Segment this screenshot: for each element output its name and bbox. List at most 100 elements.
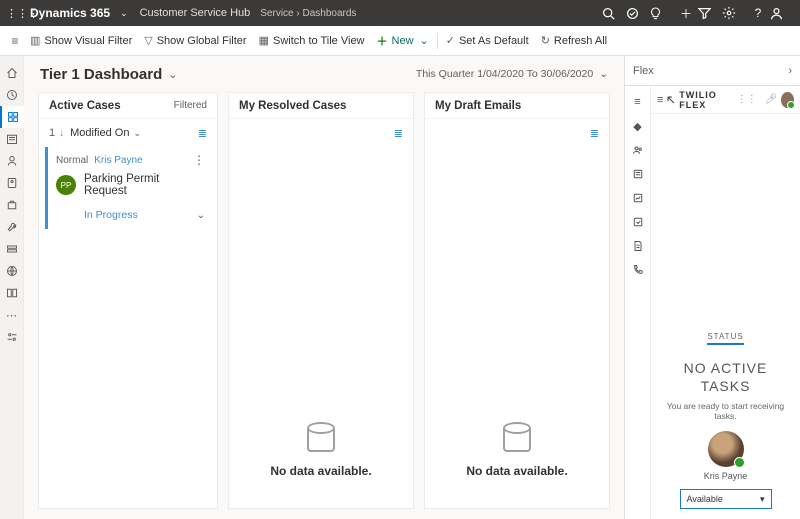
- lightbulb-icon[interactable]: [650, 7, 674, 20]
- new-label: New: [392, 35, 414, 47]
- separator: [437, 33, 438, 49]
- no-active-tasks-line2: TASKS: [701, 377, 751, 395]
- chevron-right-icon[interactable]: ›: [788, 65, 792, 77]
- plus-icon: ＋: [377, 33, 388, 49]
- sort-control[interactable]: 1 ↓ Modified On ⌄: [49, 127, 141, 139]
- dashboard-content: Tier 1 Dashboard ⌄ This Quarter 1/04/202…: [24, 56, 624, 519]
- global-header: ⋮⋮⋮ Dynamics 365 ⌄ Customer Service Hub …: [0, 0, 800, 26]
- avatar: PP: [56, 175, 76, 195]
- chevron-down-icon[interactable]: ⌄: [197, 210, 205, 221]
- ready-message: You are ready to start receiving tasks.: [657, 401, 794, 421]
- dialpad-icon[interactable]: ⋮⋮: [737, 94, 757, 105]
- nav-home-icon[interactable]: [0, 62, 24, 84]
- breadcrumb[interactable]: Service › Dashboards: [260, 8, 356, 19]
- left-nav: ⋯: [0, 56, 24, 519]
- hub-name: Customer Service Hub: [140, 7, 251, 19]
- nav-more-icon[interactable]: ⋯: [0, 304, 24, 326]
- breadcrumb-root[interactable]: Service: [260, 8, 293, 19]
- dashboard-title[interactable]: Tier 1 Dashboard: [40, 66, 162, 83]
- hamburger-icon[interactable]: ≡: [657, 94, 663, 106]
- mic-icon[interactable]: 🎤︎: [765, 94, 778, 105]
- arrow-down-icon: ↓: [59, 128, 64, 139]
- user-avatar[interactable]: [708, 431, 744, 467]
- nav-cases-icon[interactable]: [0, 194, 24, 216]
- show-visual-filter-label: Show Visual Filter: [44, 35, 132, 47]
- twilio-brand: TWILIO FLEX: [679, 90, 732, 110]
- nav-dashboards-icon[interactable]: [0, 106, 24, 128]
- chevron-down-icon[interactable]: ⌄: [120, 8, 128, 19]
- empty-message: No data available.: [270, 464, 371, 478]
- show-global-filter-button[interactable]: ▽ Show Global Filter: [144, 34, 246, 47]
- more-icon[interactable]: ⋮: [193, 153, 205, 167]
- refresh-all-label: Refresh All: [554, 35, 607, 47]
- help-icon[interactable]: ?: [746, 6, 770, 20]
- date-range-selector[interactable]: This Quarter 1/04/2020 To 30/06/2020 ⌄: [416, 68, 608, 80]
- case-item[interactable]: Normal Kris Payne ⋮ PP Parking Permit Re…: [45, 147, 211, 229]
- app-launcher-icon[interactable]: ⋮⋮⋮: [6, 7, 24, 20]
- search-icon[interactable]: [602, 7, 626, 20]
- flex-nav: ≡ ◆: [625, 86, 651, 519]
- flex-nav-chart-icon[interactable]: [625, 186, 651, 210]
- flex-header-label: Flex: [633, 65, 654, 77]
- check-icon: ✓: [446, 34, 455, 47]
- flex-main: ≡ TWILIO FLEX ⋮⋮ 🎤︎ STATUS NO ACTIVE TAS…: [651, 86, 800, 519]
- nav-tools-icon[interactable]: [0, 326, 24, 348]
- case-status: In Progress: [84, 209, 138, 221]
- brand-name[interactable]: Dynamics 365: [30, 6, 110, 20]
- nav-knowledge-icon[interactable]: [0, 282, 24, 304]
- flex-nav-queue-icon[interactable]: [625, 162, 651, 186]
- status-tab[interactable]: STATUS: [707, 332, 743, 345]
- case-subject[interactable]: Parking Permit Request: [84, 173, 205, 197]
- new-button[interactable]: ＋ New ⌄: [377, 33, 429, 49]
- settings-icon[interactable]: [722, 6, 746, 20]
- flex-nav-arrow-icon[interactable]: [625, 210, 651, 234]
- sort-field: Modified On: [70, 127, 129, 139]
- flex-header: Flex ›: [625, 56, 800, 86]
- filtered-label[interactable]: Filtered: [174, 100, 207, 111]
- list-view-icon[interactable]: ≣: [394, 127, 403, 140]
- set-default-button[interactable]: ✓ Set As Default: [446, 34, 529, 47]
- caret-down-icon: ▾: [760, 494, 765, 505]
- nav-wrench-icon[interactable]: [0, 216, 24, 238]
- availability-select[interactable]: Available ▾: [680, 489, 772, 509]
- switch-tile-view-button[interactable]: ▦ Switch to Tile View: [259, 34, 365, 47]
- refresh-icon: ↻: [541, 34, 550, 47]
- add-icon[interactable]: ＋: [674, 5, 698, 22]
- card-title: My Draft Emails: [435, 100, 521, 112]
- breadcrumb-leaf[interactable]: Dashboards: [303, 8, 357, 19]
- availability-label: Available: [687, 494, 723, 504]
- flex-nav-bars-icon[interactable]: ≡: [625, 90, 651, 114]
- card-title: Active Cases: [49, 100, 121, 112]
- active-cases-card: Active Cases Filtered 1 ↓ Modified On ⌄ …: [38, 92, 218, 509]
- filter-icon[interactable]: [698, 7, 722, 20]
- flex-nav-phone-icon[interactable]: [625, 258, 651, 282]
- user-name: Kris Payne: [704, 471, 748, 481]
- title-bar: Tier 1 Dashboard ⌄ This Quarter 1/04/202…: [24, 56, 624, 92]
- chevron-down-icon[interactable]: ⌄: [168, 68, 177, 81]
- chevron-down-icon: ⌄: [599, 68, 608, 80]
- flex-nav-doc-icon[interactable]: [625, 234, 651, 258]
- avatar[interactable]: [781, 92, 794, 108]
- nav-contacts-icon[interactable]: [0, 172, 24, 194]
- chevron-down-icon: ⌄: [420, 34, 429, 47]
- case-owner[interactable]: Kris Payne: [94, 155, 142, 166]
- task-icon[interactable]: [626, 7, 650, 20]
- nav-activities-icon[interactable]: [0, 128, 24, 150]
- show-global-filter-label: Show Global Filter: [157, 35, 247, 47]
- flex-nav-layers-icon[interactable]: ◆: [625, 114, 651, 138]
- nav-queues-icon[interactable]: [0, 238, 24, 260]
- nav-accounts-icon[interactable]: [0, 150, 24, 172]
- sort-count: 1: [49, 127, 55, 139]
- flex-nav-teams-icon[interactable]: [625, 138, 651, 162]
- hamburger-icon[interactable]: ≡: [6, 34, 24, 48]
- twilio-logo-icon: [667, 95, 675, 105]
- list-view-icon[interactable]: ≣: [590, 127, 599, 140]
- profile-icon[interactable]: [770, 7, 794, 20]
- funnel-icon: ▽: [144, 34, 152, 47]
- refresh-all-button[interactable]: ↻ Refresh All: [541, 34, 607, 47]
- list-view-icon[interactable]: ≣: [198, 127, 207, 140]
- nav-recent-icon[interactable]: [0, 84, 24, 106]
- grid-icon: ▦: [259, 34, 269, 47]
- nav-globe-icon[interactable]: [0, 260, 24, 282]
- show-visual-filter-button[interactable]: ▥ Show Visual Filter: [30, 34, 132, 47]
